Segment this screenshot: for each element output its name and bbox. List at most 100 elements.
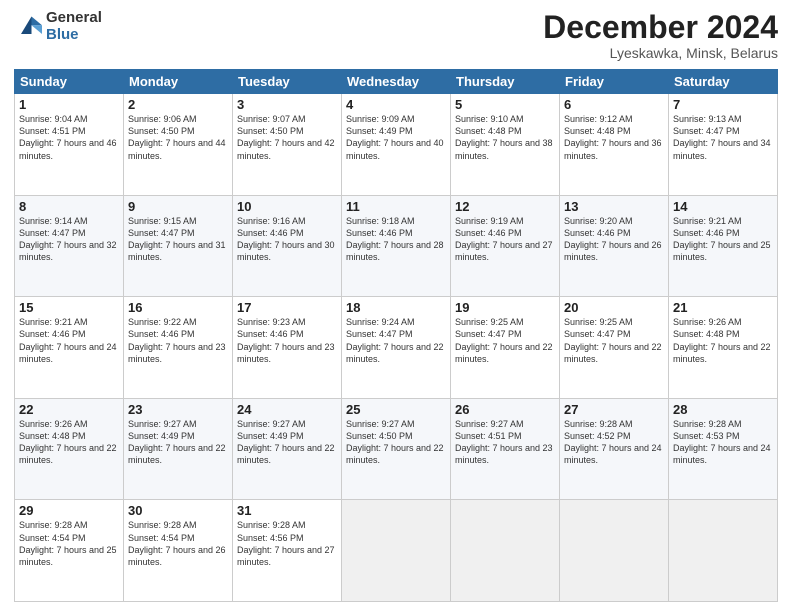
logo: General Blue [14,10,102,43]
table-row: 8 Sunrise: 9:14 AMSunset: 4:47 PMDaylight… [15,195,124,297]
table-row: 7 Sunrise: 9:13 AMSunset: 4:47 PMDaylight… [669,94,778,196]
title-block: December 2024 Lyeskawka, Minsk, Belarus [543,10,778,61]
table-row: 5Sunrise: 9:10 AMSunset: 4:48 PMDaylight… [451,94,560,196]
table-row: 16Sunrise: 9:22 AMSunset: 4:46 PMDayligh… [124,297,233,399]
header-wednesday: Wednesday [342,70,451,94]
cell-info: Sunrise: 9:26 AMSunset: 4:48 PMDaylight:… [673,317,771,363]
cell-info: Sunrise: 9:19 AMSunset: 4:46 PMDaylight:… [455,216,553,262]
day-number: 21 [673,300,773,315]
cell-info: Sunrise: 9:09 AMSunset: 4:49 PMDaylight:… [346,114,444,160]
table-row: 13Sunrise: 9:20 AMSunset: 4:46 PMDayligh… [560,195,669,297]
calendar-row: 29 Sunrise: 9:28 AMSunset: 4:54 PMDayligh… [15,500,778,602]
table-row: 15 Sunrise: 9:21 AMSunset: 4:46 PMDayligh… [15,297,124,399]
table-row: 28 Sunrise: 9:28 AMSunset: 4:53 PMDayligh… [669,398,778,500]
day-number: 11 [346,199,446,214]
table-row: 12 Sunrise: 9:19 AMSunset: 4:46 PMDayligh… [451,195,560,297]
table-row: 25 Sunrise: 9:27 AMSunset: 4:50 PMDayligh… [342,398,451,500]
cell-info: Sunrise: 9:06 AMSunset: 4:50 PMDaylight:… [128,114,226,160]
table-row: 17Sunrise: 9:23 AMSunset: 4:46 PMDayligh… [233,297,342,399]
day-number: 14 [673,199,773,214]
page: General Blue December 2024 Lyeskawka, Mi… [0,0,792,612]
cell-info: Sunrise: 9:25 AMSunset: 4:47 PMDaylight:… [564,317,662,363]
table-row: 21 Sunrise: 9:26 AMSunset: 4:48 PMDayligh… [669,297,778,399]
cell-info: Sunrise: 9:21 AMSunset: 4:46 PMDaylight:… [673,216,771,262]
day-number: 10 [237,199,337,214]
cell-info: Sunrise: 9:21 AMSunset: 4:46 PMDaylight:… [19,317,117,363]
cell-info: Sunrise: 9:26 AMSunset: 4:48 PMDaylight:… [19,419,117,465]
cell-info: Sunrise: 9:25 AMSunset: 4:47 PMDaylight:… [455,317,553,363]
day-number: 26 [455,402,555,417]
table-row [451,500,560,602]
calendar-row: 22 Sunrise: 9:26 AMSunset: 4:48 PMDayligh… [15,398,778,500]
header-friday: Friday [560,70,669,94]
cell-info: Sunrise: 9:14 AMSunset: 4:47 PMDaylight:… [19,216,117,262]
table-row: 4 Sunrise: 9:09 AMSunset: 4:49 PMDaylight… [342,94,451,196]
day-number: 18 [346,300,446,315]
day-number: 13 [564,199,664,214]
month-title: December 2024 [543,10,778,45]
logo-general: General [46,10,102,27]
calendar-row: 15 Sunrise: 9:21 AMSunset: 4:46 PMDayligh… [15,297,778,399]
days-header-row: Sunday Monday Tuesday Wednesday Thursday… [15,70,778,94]
header-saturday: Saturday [669,70,778,94]
day-number: 29 [19,503,119,518]
table-row: 30 Sunrise: 9:28 AMSunset: 4:54 PMDayligh… [124,500,233,602]
table-row [342,500,451,602]
cell-info: Sunrise: 9:18 AMSunset: 4:46 PMDaylight:… [346,216,444,262]
day-number: 8 [19,199,119,214]
table-row: 6Sunrise: 9:12 AMSunset: 4:48 PMDaylight… [560,94,669,196]
cell-info: Sunrise: 9:28 AMSunset: 4:53 PMDaylight:… [673,419,771,465]
calendar-table: Sunday Monday Tuesday Wednesday Thursday… [14,69,778,602]
cell-info: Sunrise: 9:28 AMSunset: 4:54 PMDaylight:… [128,520,226,566]
day-number: 25 [346,402,446,417]
cell-info: Sunrise: 9:28 AMSunset: 4:52 PMDaylight:… [564,419,662,465]
header: General Blue December 2024 Lyeskawka, Mi… [14,10,778,61]
day-number: 7 [673,97,773,112]
table-row: 23 Sunrise: 9:27 AMSunset: 4:49 PMDayligh… [124,398,233,500]
cell-info: Sunrise: 9:22 AMSunset: 4:46 PMDaylight:… [128,317,226,363]
cell-info: Sunrise: 9:04 AMSunset: 4:51 PMDaylight:… [19,114,117,160]
header-sunday: Sunday [15,70,124,94]
table-row: 9 Sunrise: 9:15 AMSunset: 4:47 PMDaylight… [124,195,233,297]
day-number: 12 [455,199,555,214]
day-number: 6 [564,97,664,112]
table-row: 10Sunrise: 9:16 AMSunset: 4:46 PMDayligh… [233,195,342,297]
cell-info: Sunrise: 9:24 AMSunset: 4:47 PMDaylight:… [346,317,444,363]
table-row: 27Sunrise: 9:28 AMSunset: 4:52 PMDayligh… [560,398,669,500]
cell-info: Sunrise: 9:27 AMSunset: 4:49 PMDaylight:… [237,419,335,465]
cell-info: Sunrise: 9:15 AMSunset: 4:47 PMDaylight:… [128,216,226,262]
table-row: 24Sunrise: 9:27 AMSunset: 4:49 PMDayligh… [233,398,342,500]
header-thursday: Thursday [451,70,560,94]
day-number: 23 [128,402,228,417]
cell-info: Sunrise: 9:27 AMSunset: 4:49 PMDaylight:… [128,419,226,465]
table-row: 22 Sunrise: 9:26 AMSunset: 4:48 PMDayligh… [15,398,124,500]
table-row: 2Sunrise: 9:06 AMSunset: 4:50 PMDaylight… [124,94,233,196]
day-number: 15 [19,300,119,315]
cell-info: Sunrise: 9:27 AMSunset: 4:51 PMDaylight:… [455,419,553,465]
day-number: 1 [19,97,119,112]
day-number: 31 [237,503,337,518]
header-monday: Monday [124,70,233,94]
cell-info: Sunrise: 9:23 AMSunset: 4:46 PMDaylight:… [237,317,335,363]
day-number: 30 [128,503,228,518]
header-tuesday: Tuesday [233,70,342,94]
logo-text: General Blue [46,10,102,43]
table-row [560,500,669,602]
day-number: 22 [19,402,119,417]
day-number: 3 [237,97,337,112]
table-row [669,500,778,602]
day-number: 28 [673,402,773,417]
day-number: 4 [346,97,446,112]
table-row: 20Sunrise: 9:25 AMSunset: 4:47 PMDayligh… [560,297,669,399]
day-number: 9 [128,199,228,214]
logo-blue: Blue [46,27,102,44]
table-row: 19Sunrise: 9:25 AMSunset: 4:47 PMDayligh… [451,297,560,399]
logo-icon [14,13,42,41]
calendar-row: 8 Sunrise: 9:14 AMSunset: 4:47 PMDaylight… [15,195,778,297]
cell-info: Sunrise: 9:28 AMSunset: 4:56 PMDaylight:… [237,520,335,566]
cell-info: Sunrise: 9:13 AMSunset: 4:47 PMDaylight:… [673,114,771,160]
table-row: 11 Sunrise: 9:18 AMSunset: 4:46 PMDayligh… [342,195,451,297]
table-row: 31 Sunrise: 9:28 AMSunset: 4:56 PMDayligh… [233,500,342,602]
cell-info: Sunrise: 9:27 AMSunset: 4:50 PMDaylight:… [346,419,444,465]
calendar-row: 1 Sunrise: 9:04 AMSunset: 4:51 PMDaylight… [15,94,778,196]
